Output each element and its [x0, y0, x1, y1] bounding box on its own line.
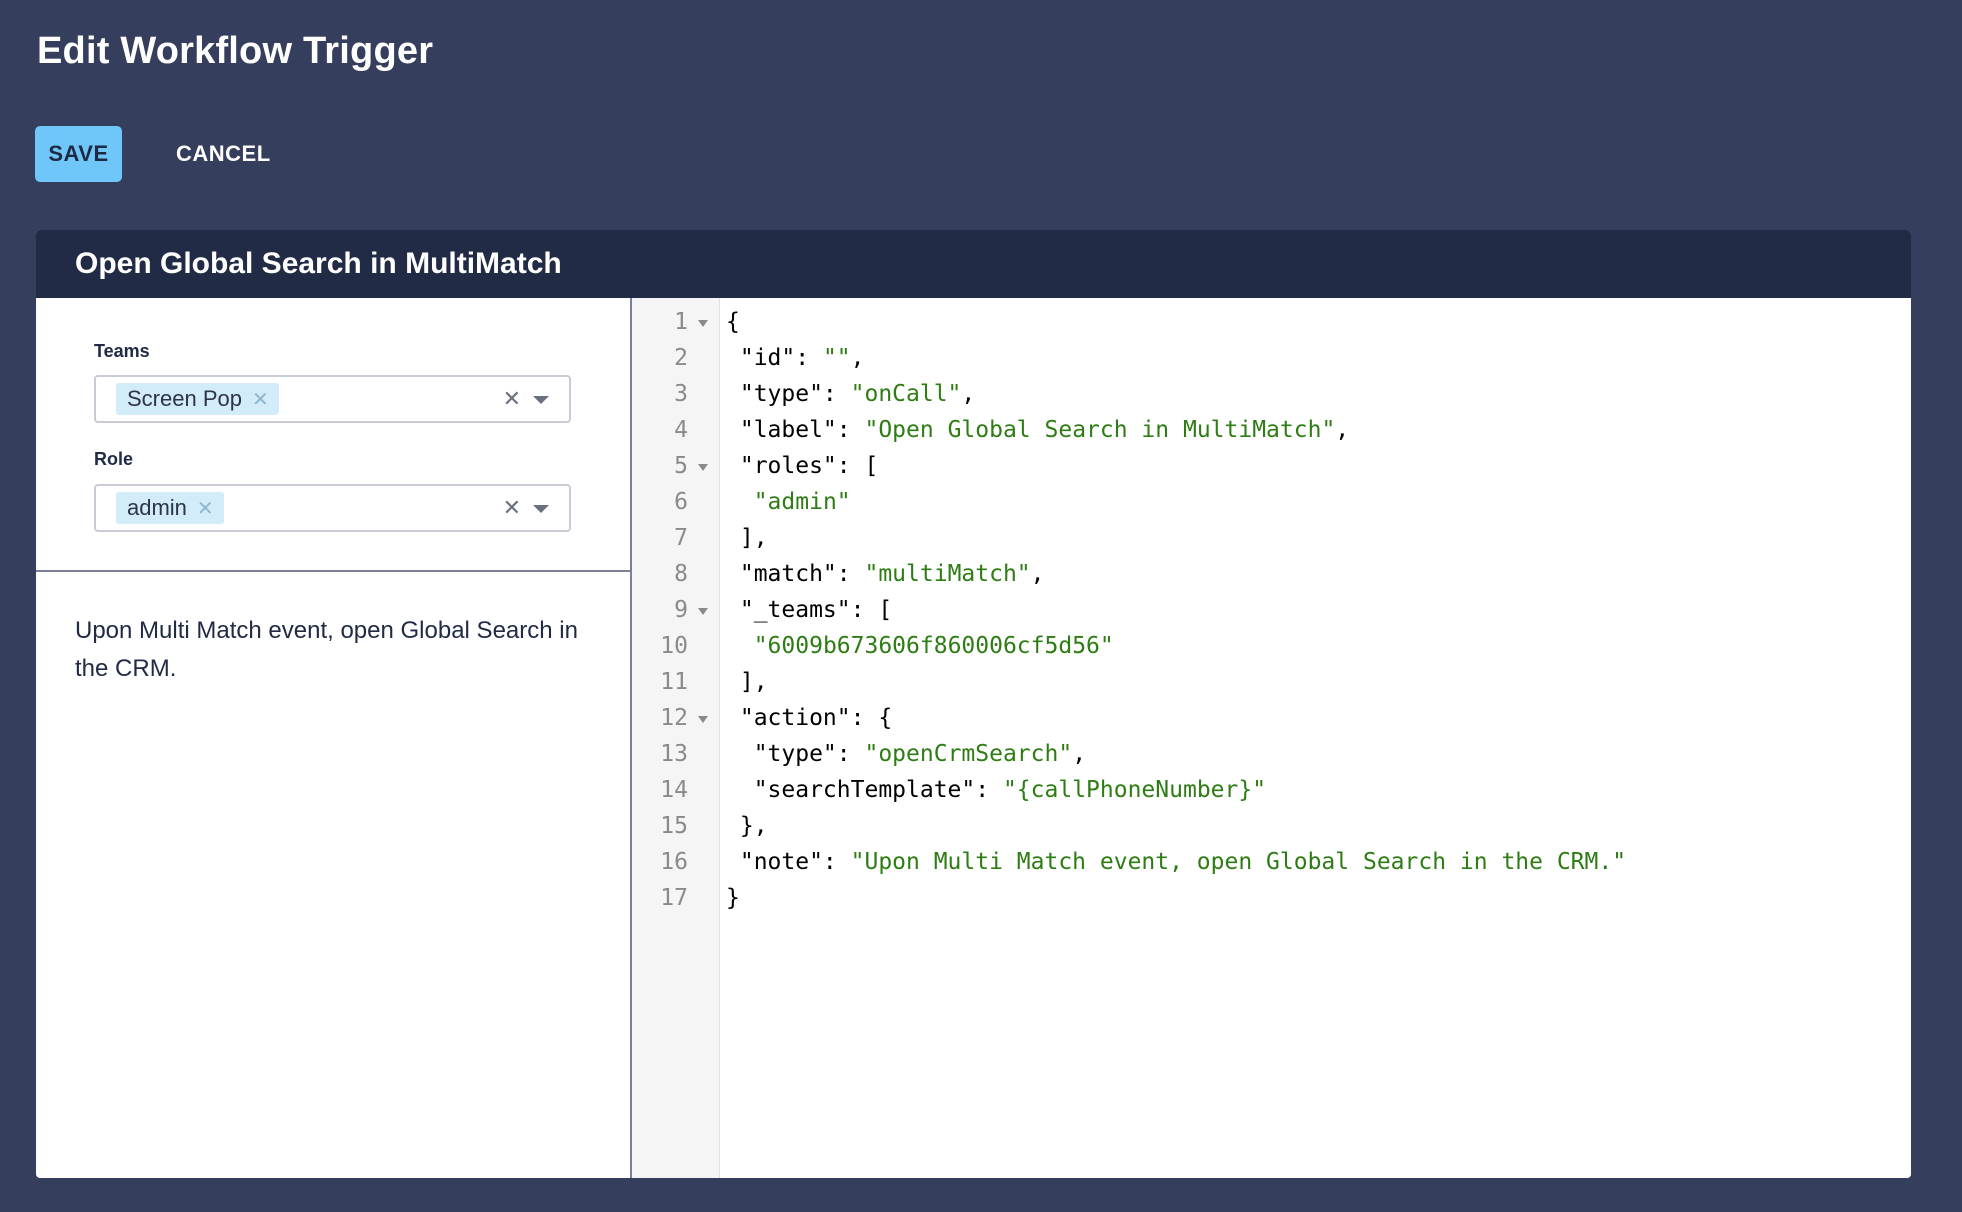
line-number: 12 [632, 700, 719, 736]
code-line: "match": "multiMatch", [726, 556, 1626, 592]
string-token: "admin" [753, 489, 851, 515]
code-token: , [1030, 561, 1045, 587]
string-token: "Upon Multi Match event, open Global Sea… [850, 849, 1627, 875]
line-number: 15 [660, 813, 688, 839]
teams-label: Teams [94, 341, 150, 361]
cancel-button[interactable]: CANCEL [176, 141, 271, 167]
toolbar: SAVE CANCEL [35, 126, 271, 182]
remove-chip-icon[interactable]: ✕ [197, 496, 214, 521]
code-token: "match": [726, 561, 865, 587]
chevron-down-icon[interactable] [533, 396, 549, 404]
line-number: 6 [674, 489, 688, 515]
code-token: "note": [726, 849, 851, 875]
code-token: , [961, 381, 976, 407]
code-line: "roles": [ [726, 448, 1626, 484]
string-token: "multiMatch" [864, 561, 1031, 587]
team-chip: Screen Pop ✕ [116, 383, 279, 415]
code-token: , [850, 345, 865, 371]
code-line: "type": "openCrmSearch", [726, 736, 1626, 772]
team-chip-label: Screen Pop [127, 386, 242, 411]
fold-arrow-icon[interactable] [698, 608, 708, 615]
code-token: "type": [726, 741, 865, 767]
code-line: "searchTemplate": "{callPhoneNumber}" [726, 772, 1626, 808]
code-token: , [1072, 741, 1087, 767]
code-line: "id": "", [726, 340, 1626, 376]
line-number: 14 [660, 777, 688, 803]
role-chip-label: admin [127, 495, 187, 520]
code-line: "admin" [726, 484, 1626, 520]
code-line: { [726, 304, 1626, 340]
fold-arrow-icon[interactable] [698, 716, 708, 723]
line-number: 10 [660, 633, 688, 659]
code-token: ], [726, 669, 768, 695]
code-token: } [726, 885, 740, 911]
role-select[interactable]: admin ✕ ✕ [94, 484, 571, 532]
line-number: 16 [660, 849, 688, 875]
card-title: Open Global Search in MultiMatch [36, 230, 1911, 298]
code-line: ], [726, 664, 1626, 700]
code-token: { [726, 309, 740, 335]
string-token: "onCall" [850, 381, 962, 407]
string-token: "openCrmSearch" [864, 741, 1073, 767]
line-number: 9 [632, 592, 719, 628]
line-number: 2 [674, 345, 688, 371]
code-line: "note": "Upon Multi Match event, open Gl… [726, 844, 1626, 880]
fold-arrow-icon[interactable] [698, 464, 708, 471]
string-token: "" [822, 345, 851, 371]
code-line: "6009b673606f860006cf5d56" [726, 628, 1626, 664]
code-token: ], [726, 525, 768, 551]
code-token: "_teams": [ [726, 597, 893, 623]
line-number: 8 [674, 561, 688, 587]
code-line: "label": "Open Global Search in MultiMat… [726, 412, 1626, 448]
form-area: Teams Screen Pop ✕ ✕ Role admin ✕ ✕ [36, 298, 630, 572]
role-chip: admin ✕ [116, 492, 224, 524]
code-line: "action": { [726, 700, 1626, 736]
line-number: 13 [660, 741, 688, 767]
line-gutter: 1 2 3 4 5 6 7 8 9 10 11 12 13 14 15 16 17 [632, 298, 720, 1178]
code-token: "label": [726, 417, 865, 443]
remove-chip-icon[interactable]: ✕ [252, 387, 269, 412]
code-area[interactable]: { "id": "", "type": "onCall", "label": "… [720, 298, 1626, 1178]
string-token: "{callPhoneNumber}" [1002, 777, 1267, 803]
code-token: "id": [726, 345, 823, 371]
code-line: }, [726, 808, 1626, 844]
settings-pane: Teams Screen Pop ✕ ✕ Role admin ✕ ✕ Upon… [36, 298, 632, 1178]
line-number: 5 [632, 448, 719, 484]
trigger-card: Open Global Search in MultiMatch Teams S… [36, 230, 1911, 1178]
code-line: } [726, 880, 1626, 916]
code-token: "roles": [ [726, 453, 879, 479]
line-number: 4 [674, 417, 688, 443]
line-number: 1 [632, 304, 719, 340]
line-number: 11 [660, 669, 688, 695]
role-label: Role [94, 449, 134, 469]
clear-icon[interactable]: ✕ [503, 495, 521, 521]
string-token: "6009b673606f860006cf5d56" [753, 633, 1114, 659]
json-editor[interactable]: 1 2 3 4 5 6 7 8 9 10 11 12 13 14 15 16 17 { "id": "", "t… [632, 298, 1911, 1178]
line-number: 7 [674, 525, 688, 551]
line-number: 3 [674, 381, 688, 407]
clear-icon[interactable]: ✕ [503, 386, 521, 412]
code-line: "type": "onCall", [726, 376, 1626, 412]
teams-select[interactable]: Screen Pop ✕ ✕ [94, 375, 571, 423]
save-button[interactable]: SAVE [35, 126, 122, 182]
fold-arrow-icon[interactable] [698, 320, 708, 327]
code-token: }, [726, 813, 768, 839]
code-line: "_teams": [ [726, 592, 1626, 628]
line-number: 17 [660, 885, 688, 911]
code-token: "type": [726, 381, 851, 407]
code-token: "action": { [726, 705, 893, 731]
code-token: , [1335, 417, 1350, 443]
code-token: "searchTemplate": [726, 777, 1003, 803]
page-title: Edit Workflow Trigger [37, 30, 434, 72]
code-line: ], [726, 520, 1626, 556]
string-token: "Open Global Search in MultiMatch" [864, 417, 1336, 443]
chevron-down-icon[interactable] [533, 505, 549, 513]
trigger-description: Upon Multi Match event, open Global Sear… [75, 617, 578, 682]
